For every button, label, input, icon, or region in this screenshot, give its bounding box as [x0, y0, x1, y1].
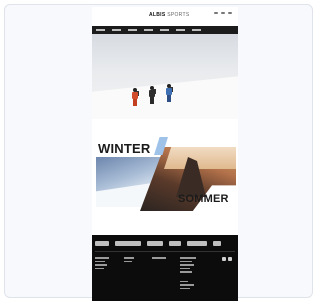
footer-link[interactable]: [180, 280, 188, 282]
sommer-image-sky: [164, 147, 236, 169]
partner-logo[interactable]: [115, 240, 141, 246]
footer-link[interactable]: [180, 271, 192, 273]
sommer-link[interactable]: SOMMER: [178, 193, 229, 205]
website-preview: ALBIS SPORTS WINTER SOMMER: [92, 7, 238, 301]
winter-link[interactable]: WINTER: [98, 141, 150, 156]
snow-slope: [92, 75, 238, 119]
nav-item[interactable]: [96, 29, 105, 31]
main-nav: [92, 26, 238, 34]
header-utility-links: [214, 12, 232, 14]
nav-item[interactable]: [144, 29, 153, 31]
social-icons: [222, 257, 232, 261]
hero-image: [92, 34, 238, 119]
footer-link[interactable]: [95, 260, 105, 262]
nav-item[interactable]: [160, 29, 169, 31]
footer-link[interactable]: [124, 257, 134, 259]
header-link[interactable]: [228, 12, 232, 14]
partner-logo[interactable]: [169, 240, 181, 246]
footer-column: [95, 257, 109, 271]
nav-item[interactable]: [128, 29, 137, 31]
footer-link[interactable]: [95, 257, 109, 259]
partner-logo[interactable]: [187, 240, 207, 246]
hiker-dark: [149, 86, 156, 104]
partner-logo[interactable]: [95, 240, 109, 246]
brand-name: ALBIS: [149, 12, 166, 18]
hiker-blue: [166, 84, 173, 102]
site-header: ALBIS SPORTS: [92, 7, 238, 27]
footer-link[interactable]: [180, 287, 190, 289]
social-icon[interactable]: [228, 257, 232, 261]
footer-link[interactable]: [180, 284, 194, 286]
footer-column: [124, 257, 134, 264]
brand-logo[interactable]: ALBIS SPORTS: [149, 12, 189, 18]
footer-link[interactable]: [180, 260, 192, 262]
footer-link[interactable]: [152, 257, 166, 259]
footer-column: [180, 257, 196, 291]
site-footer: [92, 235, 238, 301]
footer-divider: [95, 251, 235, 252]
footer-link[interactable]: [95, 267, 104, 269]
partner-logo[interactable]: [147, 240, 163, 246]
nav-item[interactable]: [176, 29, 185, 31]
social-icon[interactable]: [222, 257, 226, 261]
brand-suffix: SPORTS: [167, 12, 190, 18]
season-feature: WINTER SOMMER: [92, 119, 238, 235]
footer-column: [152, 257, 166, 261]
hiker-red: [132, 88, 139, 106]
footer-link[interactable]: [124, 260, 132, 262]
footer-link[interactable]: [180, 257, 196, 259]
footer-link[interactable]: [180, 267, 190, 269]
footer-link[interactable]: [180, 264, 194, 266]
partner-logo[interactable]: [213, 240, 221, 246]
nav-item[interactable]: [192, 29, 201, 31]
header-link[interactable]: [221, 12, 225, 14]
nav-item[interactable]: [112, 29, 121, 31]
partner-logos: [95, 238, 235, 248]
header-link[interactable]: [214, 12, 218, 14]
footer-link[interactable]: [95, 264, 107, 266]
